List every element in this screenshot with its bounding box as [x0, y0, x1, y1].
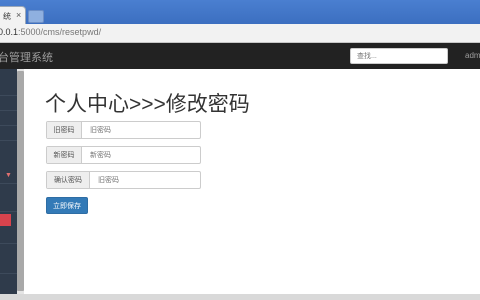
- new-password-label: 新密码: [47, 147, 82, 163]
- sidebar-item[interactable]: [0, 96, 17, 111]
- sidebar-item[interactable]: [0, 259, 17, 274]
- user-name-link[interactable]: adm: [465, 51, 480, 60]
- search-input[interactable]: [350, 48, 448, 64]
- scrollbar-thumb[interactable]: [17, 71, 24, 291]
- confirm-password-group: 确认密码: [46, 171, 201, 189]
- url-text: 0.0.1:5000/cms/resetpwd/: [0, 27, 101, 37]
- new-password-group: 新密码: [46, 146, 201, 164]
- address-bar[interactable]: 0.0.1:5000/cms/resetpwd/: [0, 24, 480, 43]
- status-bar: [0, 294, 480, 300]
- sidebar: ▼: [0, 69, 17, 300]
- browser-tab-title: 统: [3, 12, 11, 21]
- old-password-field[interactable]: [82, 122, 200, 138]
- confirm-password-label: 确认密码: [47, 172, 90, 188]
- new-password-field[interactable]: [82, 147, 200, 163]
- browser-tab-strip: 统 ×: [0, 0, 480, 25]
- sidebar-item[interactable]: [0, 197, 17, 212]
- confirm-password-field[interactable]: [90, 172, 200, 188]
- tab-close-icon[interactable]: ×: [16, 10, 21, 20]
- sidebar-item[interactable]: [0, 111, 17, 126]
- browser-tab[interactable]: 统 ×: [0, 6, 26, 25]
- site-brand[interactable]: 台管理系统: [0, 49, 53, 65]
- save-button[interactable]: 立即保存: [46, 197, 88, 214]
- sidebar-item[interactable]: [0, 229, 17, 244]
- old-password-group: 旧密码: [46, 121, 201, 139]
- sidebar-item[interactable]: [0, 169, 17, 184]
- sidebar-item-active[interactable]: [0, 214, 11, 226]
- sidebar-item[interactable]: [0, 81, 17, 96]
- old-password-label: 旧密码: [47, 122, 82, 138]
- url-path: :5000/cms/resetpwd/: [18, 27, 102, 37]
- new-tab-button[interactable]: [28, 10, 44, 23]
- sidebar-item[interactable]: [0, 126, 17, 141]
- page-title: 个人中心>>>修改密码: [45, 93, 250, 116]
- url-host: 0.0.1: [0, 27, 19, 37]
